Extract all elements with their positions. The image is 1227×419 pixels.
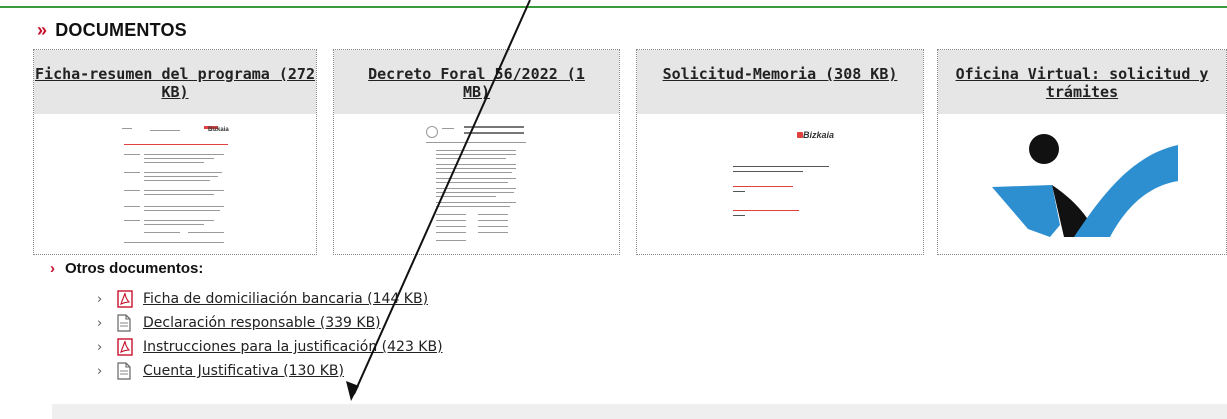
card-header: Ficha-resumen del programa (272 KB) <box>34 50 316 114</box>
arrow-head-icon <box>346 381 359 401</box>
card-header: Oficina Virtual: solicitud y trámites <box>938 50 1226 114</box>
top-green-border <box>0 0 1227 8</box>
oficina-virtual-logo-icon <box>992 134 1178 237</box>
chevron-right-icon: › <box>50 260 55 277</box>
card-decreto-foral[interactable]: Decreto Foral 56/2022 (1 MB) <box>333 49 620 255</box>
double-chevron-icon: » <box>37 20 48 40</box>
card-thumbnail[interactable] <box>938 116 1226 254</box>
card-link-ficha-resumen[interactable]: Ficha-resumen del programa (272 KB) <box>35 65 315 101</box>
section-title-text: DOCUMENTOS <box>55 20 187 40</box>
list-item: › Cuenta Justificativa (130 KB) <box>97 360 344 382</box>
link-instrucciones-justificacion[interactable]: Instrucciones para la justificación (423… <box>143 339 443 355</box>
link-cuenta-justificativa[interactable]: Cuenta Justificativa (130 KB) <box>143 363 344 379</box>
card-link-solicitud-memoria[interactable]: Solicitud-Memoria (308 KB) <box>663 65 898 83</box>
pdf-icon <box>117 338 143 356</box>
list-item: › Declaración responsable (339 KB) <box>97 312 381 334</box>
bullet-chevron-icon: › <box>97 315 103 331</box>
bullet-chevron-icon: › <box>97 363 103 379</box>
card-solicitud-memoria[interactable]: Solicitud-Memoria (308 KB) Bizkaia <box>636 49 924 255</box>
bullet-chevron-icon: › <box>97 339 103 355</box>
card-thumbnail[interactable]: Bizkaia <box>34 116 316 254</box>
document-preview-image: Bizkaia <box>114 120 236 250</box>
list-item: › Instrucciones para la justificación (4… <box>97 336 443 358</box>
bottom-gray-strip <box>52 404 1227 419</box>
bizkaia-form-preview-image: Bizkaia <box>719 120 841 250</box>
bullet-chevron-icon: › <box>97 291 103 307</box>
other-documents-title-text: Otros documentos: <box>65 260 204 277</box>
list-item: › Ficha de domiciliación bancaria (144 K… <box>97 288 428 310</box>
card-thumbnail[interactable] <box>334 116 619 254</box>
card-link-decreto-foral[interactable]: Decreto Foral 56/2022 (1 MB) <box>352 65 602 101</box>
decree-preview-image <box>415 120 538 250</box>
card-oficina-virtual[interactable]: Oficina Virtual: solicitud y trámites <box>937 49 1227 255</box>
document-icon <box>117 362 143 380</box>
section-title: » DOCUMENTOS <box>37 20 187 41</box>
document-icon <box>117 314 143 332</box>
card-header: Decreto Foral 56/2022 (1 MB) <box>334 50 619 114</box>
card-link-oficina-virtual[interactable]: Oficina Virtual: solicitud y trámites <box>947 65 1217 101</box>
card-header: Solicitud-Memoria (308 KB) <box>637 50 923 114</box>
bizkaia-logo-text: Bizkaia <box>803 130 835 140</box>
card-ficha-resumen[interactable]: Ficha-resumen del programa (272 KB) Bizk… <box>33 49 317 255</box>
bizkaia-logo-text: Bizkaia <box>208 127 229 133</box>
card-thumbnail[interactable]: Bizkaia <box>637 116 923 254</box>
other-documents-title: › Otros documentos: <box>50 260 203 277</box>
pdf-icon <box>117 290 143 308</box>
link-ficha-domiciliacion[interactable]: Ficha de domiciliación bancaria (144 KB) <box>143 291 428 307</box>
link-declaracion-responsable[interactable]: Declaración responsable (339 KB) <box>143 315 381 331</box>
